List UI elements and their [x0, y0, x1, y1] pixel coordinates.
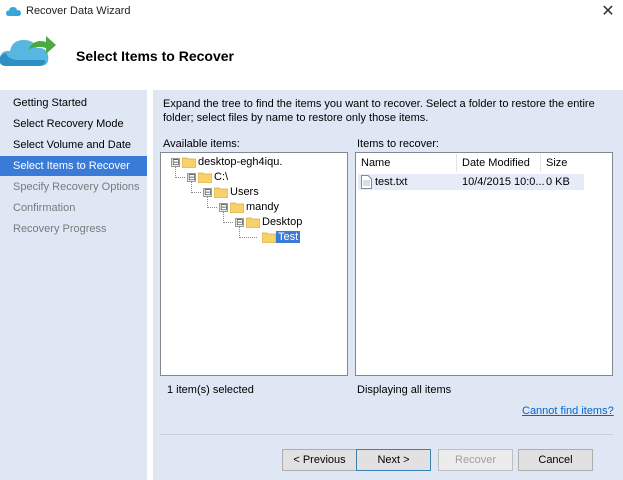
folder-icon: [230, 202, 244, 213]
instructions-text: Expand the tree to find the items you wa…: [163, 98, 595, 124]
step-specify-options: Specify Recovery Options: [13, 181, 140, 193]
previous-button[interactable]: < Previous: [282, 449, 357, 471]
column-header-name[interactable]: Name: [361, 154, 390, 172]
tree-node-computer[interactable]: desktop-egh4iqu.: [198, 156, 282, 168]
collapse-icon[interactable]: ⊟: [187, 173, 196, 182]
available-items-label: Available items:: [163, 138, 240, 150]
displaying-status: Displaying all items: [357, 384, 452, 396]
items-to-recover-label: Items to recover:: [357, 138, 439, 150]
step-recovery-progress: Recovery Progress: [13, 223, 107, 235]
step-confirmation: Confirmation: [13, 202, 76, 214]
file-date-cell: 10/4/2015 10:0...: [462, 176, 545, 188]
selected-count-status: 1 item(s) selected: [167, 384, 254, 396]
folder-icon: [246, 217, 260, 228]
folder-icon: [198, 172, 212, 183]
footer-divider: [160, 434, 613, 435]
file-size-cell: 0 KB: [546, 176, 570, 188]
collapse-icon[interactable]: ⊟: [203, 188, 212, 197]
next-button[interactable]: Next >: [356, 449, 431, 471]
tree-node-desktop[interactable]: Desktop: [262, 216, 302, 228]
text-file-icon: [361, 175, 372, 189]
collapse-icon[interactable]: ⊟: [171, 158, 180, 167]
wizard-steps-nav: Getting Started Select Recovery Mode Sel…: [0, 90, 147, 480]
folder-icon: [262, 232, 276, 243]
step-getting-started[interactable]: Getting Started: [0, 93, 147, 113]
step-select-items[interactable]: Select Items to Recover: [0, 156, 147, 176]
cannot-find-items-link[interactable]: Cannot find items?: [522, 405, 614, 417]
collapse-icon[interactable]: ⊟: [235, 218, 244, 227]
tree-node-mandy[interactable]: mandy: [246, 201, 279, 213]
tree-node-users[interactable]: Users: [230, 186, 259, 198]
close-button[interactable]: ✕: [596, 2, 620, 22]
collapse-icon[interactable]: ⊟: [219, 203, 228, 212]
tree-node-c-drive[interactable]: C:\: [214, 171, 228, 183]
folder-icon: [214, 187, 228, 198]
folder-icon: [182, 157, 196, 168]
step-select-recovery-mode[interactable]: Select Recovery Mode: [0, 114, 147, 134]
column-header-size[interactable]: Size: [546, 154, 567, 172]
step-select-volume-date[interactable]: Select Volume and Date: [0, 135, 147, 155]
file-name-cell: test.txt: [375, 176, 408, 188]
cloud-recover-icon: [0, 36, 56, 66]
page-title: Select Items to Recover: [76, 48, 234, 64]
cancel-button[interactable]: Cancel: [518, 449, 593, 471]
tree-node-test[interactable]: Test: [276, 231, 301, 243]
recover-button: Recover: [438, 449, 513, 471]
window-title: Recover Data Wizard: [26, 5, 131, 17]
column-header-date[interactable]: Date Modified: [462, 154, 530, 172]
cloud-app-icon: [6, 7, 21, 16]
